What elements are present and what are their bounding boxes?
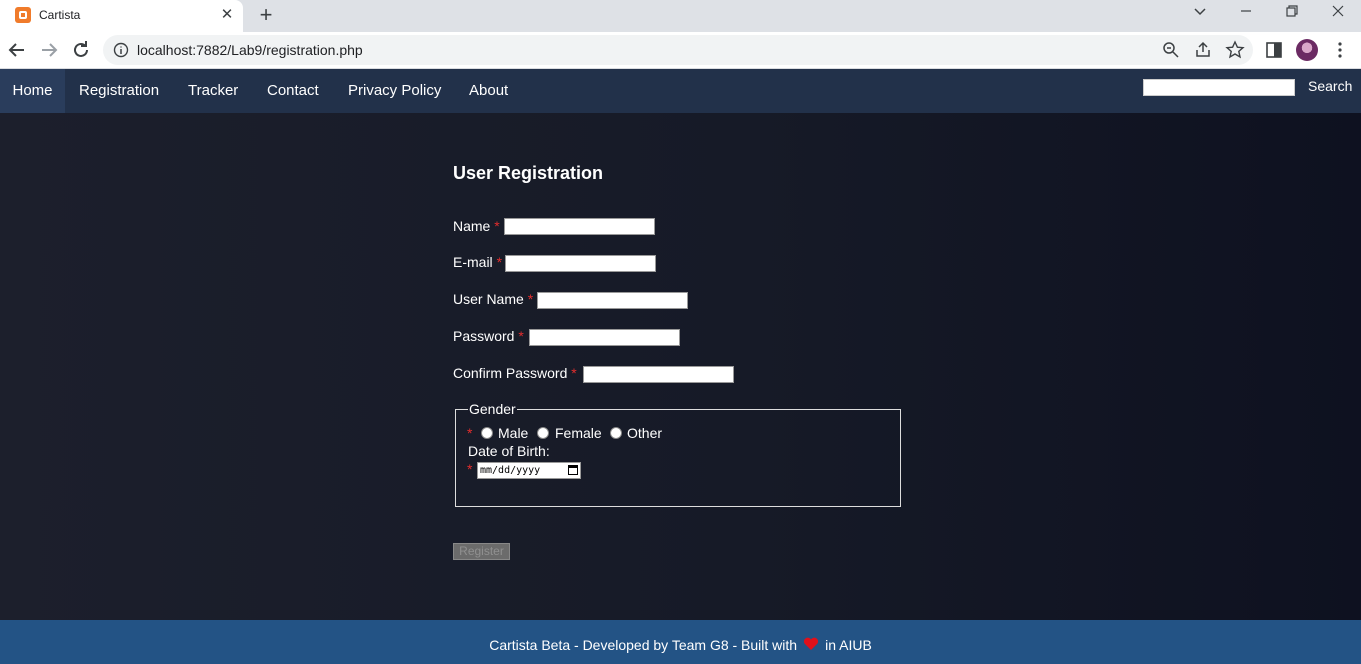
name-label: Name — [453, 218, 491, 234]
new-tab-icon[interactable]: + — [255, 3, 277, 27]
required-mark: * — [467, 425, 473, 441]
gender-male-radio[interactable] — [481, 427, 493, 439]
zoom-icon[interactable] — [1161, 40, 1181, 60]
minimize-icon[interactable] — [1234, 4, 1258, 26]
register-button[interactable]: Register — [453, 543, 510, 560]
close-window-icon[interactable] — [1326, 4, 1350, 26]
side-panel-icon[interactable] — [1263, 39, 1285, 61]
username-label: User Name — [453, 291, 524, 307]
required-mark: * — [467, 461, 473, 477]
nav-home[interactable]: Home — [0, 69, 65, 113]
password-label-row: Password * — [453, 328, 524, 344]
email-field[interactable] — [505, 255, 656, 272]
confirm-password-label: Confirm Password — [453, 365, 568, 381]
gender-male-label: Male — [498, 425, 529, 441]
footer: Cartista Beta - Developed by Team G8 - B… — [0, 620, 1361, 664]
nav-tracker[interactable]: Tracker — [188, 69, 238, 113]
required-mark: * — [518, 328, 524, 344]
username-label-row: User Name * — [453, 291, 533, 307]
dob-label: Date of Birth: — [468, 443, 550, 459]
name-label-row: Name * — [453, 218, 500, 234]
browser-toolbar: localhost:7882/Lab9/registration.php — [0, 32, 1361, 69]
username-field[interactable] — [537, 292, 688, 309]
url-text: localhost:7882/Lab9/registration.php — [137, 42, 363, 58]
page-title: User Registration — [453, 163, 604, 183]
dob-date-input[interactable]: mm/dd/yyyy — [477, 462, 581, 479]
tab-title: Cartista — [39, 8, 81, 22]
confirm-password-label-row: Confirm Password * — [453, 365, 577, 381]
confirm-password-field[interactable] — [583, 366, 734, 383]
gender-other-label: Other — [627, 425, 663, 441]
bookmark-star-icon[interactable] — [1225, 40, 1245, 60]
search-input[interactable] — [1143, 79, 1295, 96]
required-mark: * — [496, 254, 503, 270]
required-mark: * — [571, 365, 577, 381]
more-menu-icon[interactable] — [1329, 39, 1351, 61]
tab-search-chevron-icon[interactable] — [1188, 4, 1212, 26]
address-bar[interactable]: localhost:7882/Lab9/registration.php — [103, 35, 1253, 65]
required-mark: * — [494, 218, 500, 234]
browser-tabstrip: Cartista ✕ + — [0, 0, 1361, 32]
forward-icon[interactable] — [37, 38, 61, 62]
back-icon[interactable] — [5, 38, 29, 62]
email-label-row: E-mail * — [453, 254, 502, 270]
required-mark: * — [527, 291, 534, 307]
xampp-favicon-icon — [15, 7, 31, 23]
heart-icon — [803, 621, 819, 664]
restore-icon[interactable] — [1280, 4, 1304, 26]
dob-placeholder: mm/dd/yyyy — [480, 465, 541, 476]
site-info-icon[interactable] — [113, 42, 129, 58]
nav-about[interactable]: About — [469, 69, 508, 113]
gender-female-label: Female — [555, 425, 602, 441]
nav-contact[interactable]: Contact — [267, 69, 319, 113]
password-field[interactable] — [529, 329, 680, 346]
name-field[interactable] — [504, 218, 655, 235]
password-label: Password — [453, 328, 515, 344]
gender-female-radio[interactable] — [537, 427, 549, 439]
reload-icon[interactable] — [69, 38, 93, 62]
nav-registration[interactable]: Registration — [79, 69, 159, 113]
browser-tab[interactable]: Cartista ✕ — [0, 0, 243, 32]
calendar-icon[interactable] — [568, 465, 578, 475]
top-navigation: Home Registration Tracker Contact Privac… — [0, 69, 1361, 113]
nav-privacy-policy[interactable]: Privacy Policy — [348, 69, 441, 113]
email-label: E-mail — [453, 254, 493, 270]
gender-other-radio[interactable] — [610, 427, 622, 439]
profile-avatar[interactable] — [1296, 39, 1318, 61]
footer-text-end: in AIUB — [825, 637, 872, 653]
close-tab-icon[interactable]: ✕ — [218, 6, 236, 24]
gender-legend: Gender — [468, 401, 517, 417]
search-button[interactable]: Search — [1308, 78, 1352, 94]
page-body: Home Registration Tracker Contact Privac… — [0, 69, 1361, 664]
footer-text: Cartista Beta - Developed by Team G8 - B… — [489, 637, 798, 653]
gender-fieldset: Gender * Male Female Other Date of Birth… — [455, 401, 901, 507]
share-icon[interactable] — [1193, 40, 1213, 60]
